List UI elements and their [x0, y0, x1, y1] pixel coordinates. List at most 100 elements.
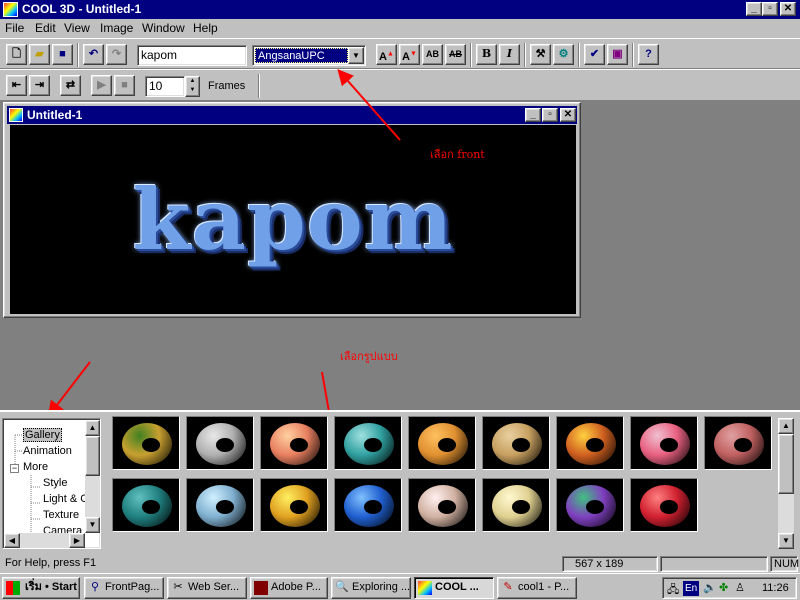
char-spacing-button[interactable]: AB: [422, 44, 443, 65]
gallery-thumbnail[interactable]: [556, 416, 624, 470]
object-properties-button[interactable]: ⚒: [530, 44, 551, 65]
scroll-left-icon[interactable]: ◀: [4, 533, 20, 548]
border-effect-button[interactable]: ▣: [607, 44, 628, 65]
object-copy-button[interactable]: ⚙: [553, 44, 574, 65]
gallery-thumbnail[interactable]: [482, 478, 550, 532]
menu-window[interactable]: Window: [142, 21, 185, 35]
document-icon[interactable]: [9, 108, 23, 122]
start-button[interactable]: เริ่ม • Start: [2, 577, 80, 599]
gallery-thumbnail[interactable]: [260, 478, 328, 532]
tree-item-more[interactable]: More: [23, 461, 48, 473]
tree-item-animation[interactable]: Animation: [23, 445, 72, 457]
document-window[interactable]: Untitled-1 _ ▫ ✕ kapom: [3, 102, 581, 318]
scroll-up-icon[interactable]: ▲: [85, 420, 100, 436]
menu-edit[interactable]: Edit: [35, 21, 56, 35]
tree-vertical-scrollbar[interactable]: ▲ ▼: [85, 420, 100, 533]
first-frame-button[interactable]: ⇤: [6, 75, 27, 96]
text-effect-button[interactable]: ✔: [584, 44, 605, 65]
tree-item-light-color[interactable]: Light & C: [43, 493, 88, 505]
task-cool1-paint[interactable]: ✎ cool1 - P...: [497, 577, 577, 599]
gallery-thumbnail[interactable]: [408, 416, 476, 470]
gallery-thumbnail[interactable]: [630, 478, 698, 532]
minimize-button[interactable]: _: [746, 2, 762, 16]
last-frame-button[interactable]: ⇥: [29, 75, 50, 96]
render-canvas[interactable]: kapom: [10, 125, 576, 314]
taskbar: เริ่ม • Start ⚲ FrontPag... ✂ Web Ser...…: [0, 573, 800, 600]
rendered-3d-text[interactable]: kapom: [10, 170, 576, 269]
gallery-scrollbar[interactable]: ▲ ▼: [778, 418, 794, 549]
menu-image[interactable]: Image: [100, 21, 133, 35]
close-button[interactable]: ✕: [780, 2, 796, 16]
gallery-scroll-up-icon[interactable]: ▲: [778, 418, 794, 434]
system-tray: 🖧 En 🔈 ✤ ♙ 11:26: [662, 577, 797, 599]
gallery-thumbnail[interactable]: [112, 416, 180, 470]
loop-button[interactable]: ⇄: [60, 75, 81, 96]
restore-button[interactable]: ▫: [762, 2, 778, 16]
doc-minimize-button[interactable]: _: [525, 108, 541, 122]
gallery-thumbnail[interactable]: [334, 416, 402, 470]
scroll-down-icon[interactable]: ▼: [85, 517, 100, 533]
menu-help[interactable]: Help: [193, 21, 218, 35]
task-frontpage[interactable]: ⚲ FrontPag...: [84, 577, 164, 599]
network-icon[interactable]: 🖧: [667, 581, 679, 600]
task-adobe-photoshop[interactable]: Adobe P...: [250, 577, 328, 599]
task-web-server[interactable]: ✂ Web Ser...: [167, 577, 247, 599]
menu-file[interactable]: File: [5, 21, 24, 35]
app-title-bar[interactable]: COOL 3D - Untitled-1 _ ▫ ✕: [0, 0, 800, 19]
gallery-thumbnail[interactable]: [186, 478, 254, 532]
clock[interactable]: 11:26: [762, 582, 789, 594]
gallery-thumbnail[interactable]: [186, 416, 254, 470]
gallery-thumbnail[interactable]: [556, 478, 624, 532]
gallery-thumbnail[interactable]: [630, 416, 698, 470]
font-size-down-button[interactable]: A▼: [399, 44, 420, 65]
cool3d-task-icon: [418, 581, 432, 595]
chevron-down-icon[interactable]: ▼: [348, 47, 364, 64]
italic-button[interactable]: I: [499, 44, 520, 65]
tree-item-gallery[interactable]: Gallery: [23, 428, 62, 442]
open-file-button[interactable]: ▰: [29, 44, 50, 65]
gallery-scroll-thumb[interactable]: [778, 434, 794, 494]
document-title-bar[interactable]: Untitled-1 _ ▫ ✕: [7, 106, 577, 124]
gallery-thumbnail[interactable]: [482, 416, 550, 470]
tree-horizontal-scrollbar[interactable]: ◀ ▶: [4, 533, 85, 548]
undo-button[interactable]: ↶: [83, 44, 104, 65]
font-select[interactable]: AngsanaUPC ▼: [252, 45, 366, 66]
ring-preview-icon: [122, 423, 172, 465]
text-input[interactable]: kapom: [137, 45, 247, 66]
tray-app-icon[interactable]: ✤: [719, 581, 728, 594]
save-button[interactable]: ■: [52, 44, 73, 65]
language-indicator[interactable]: En: [683, 581, 700, 596]
stop-button[interactable]: ■: [114, 75, 135, 96]
menu-view[interactable]: View: [64, 21, 90, 35]
volume-icon[interactable]: 🔈: [703, 581, 717, 594]
doc-maximize-button[interactable]: ▫: [542, 108, 558, 122]
object-icon: ⚒: [535, 48, 546, 60]
cool3d-app-icon[interactable]: [3, 2, 18, 17]
frames-input[interactable]: 10: [145, 76, 185, 97]
frames-stepper[interactable]: ▲ ▼: [185, 76, 200, 97]
doc-close-button[interactable]: ✕: [560, 108, 576, 122]
ring-hole: [216, 500, 234, 514]
category-tree[interactable]: Gallery Animation − More Style Light & C…: [2, 418, 101, 549]
gallery-thumbnail[interactable]: [704, 416, 772, 470]
line-spacing-button[interactable]: AB: [445, 44, 466, 65]
tree-item-texture[interactable]: Texture: [43, 509, 79, 521]
bold-button[interactable]: B: [476, 44, 497, 65]
font-size-up-button[interactable]: A▲: [376, 44, 397, 65]
new-file-button[interactable]: 🗋: [6, 44, 27, 65]
context-help-button[interactable]: ?: [638, 44, 659, 65]
scroll-right-icon[interactable]: ▶: [69, 533, 85, 548]
gallery-scroll-down-icon[interactable]: ▼: [778, 533, 794, 549]
play-button[interactable]: ▶: [91, 75, 112, 96]
gallery-thumbnail[interactable]: [112, 478, 180, 532]
tree-collapse-icon[interactable]: −: [10, 464, 19, 473]
user-status-icon[interactable]: ♙: [735, 581, 745, 594]
task-cool3d[interactable]: COOL ...: [414, 577, 494, 599]
gallery-thumbnail[interactable]: [408, 478, 476, 532]
tree-item-style[interactable]: Style: [43, 477, 67, 489]
redo-button[interactable]: ↷: [106, 44, 127, 65]
gallery-thumbnail[interactable]: [334, 478, 402, 532]
task-exploring[interactable]: 🔍 Exploring ...: [331, 577, 411, 599]
gallery-thumbnail[interactable]: [260, 416, 328, 470]
scroll-thumb[interactable]: [85, 436, 100, 476]
